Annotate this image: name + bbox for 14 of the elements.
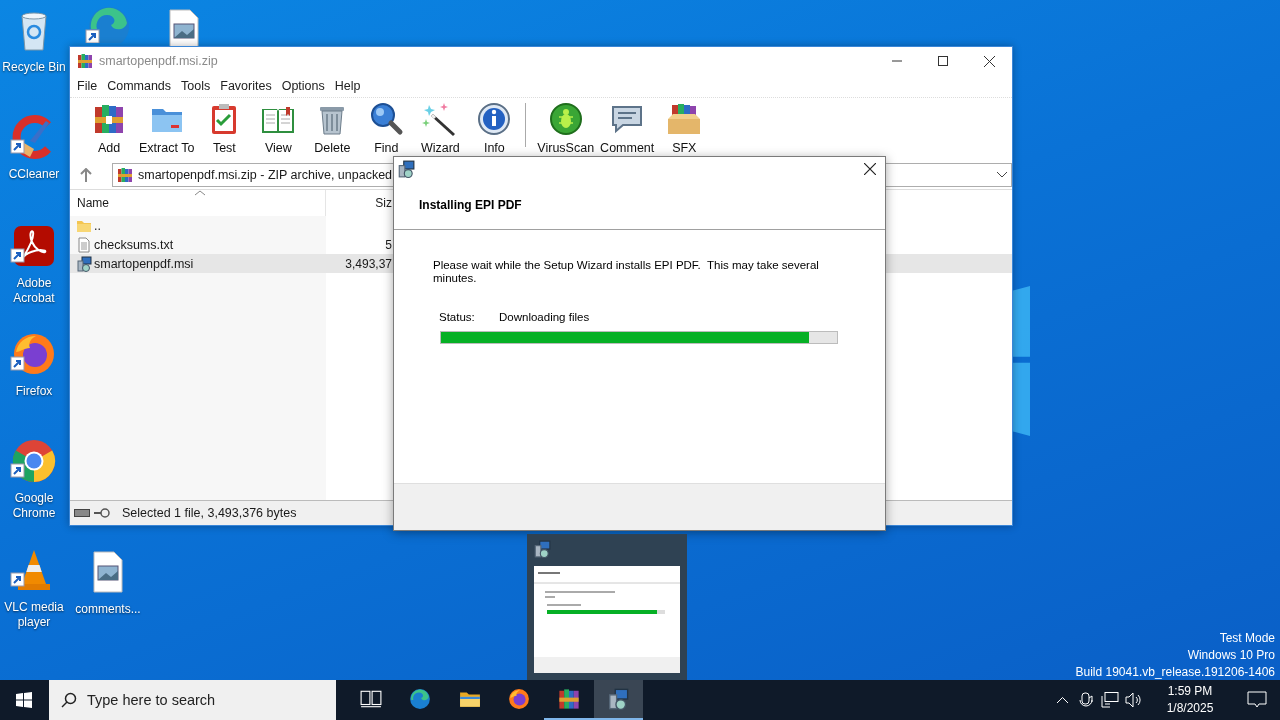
status-text: Selected 1 file, 3,493,376 bytes [122, 506, 297, 520]
file-name: .. [94, 218, 101, 233]
system-notice: Test Mode [1218, 630, 1275, 647]
file-size: 3,493,37 [344, 256, 392, 271]
status-label: Status: [439, 311, 476, 323]
file-name: checksums.txt [94, 237, 174, 252]
system-notice: Windows 10 Pro [1186, 647, 1275, 664]
status-text: Downloading files [499, 311, 590, 323]
dialog-message: Please wait while the Setup Wizard installs EPI PDF. This may take several minutes. [433, 259, 820, 285]
file-name: smartopenpdf.msi [94, 256, 194, 271]
system-notice: Build 19041.vb_release.191206-1406 [1075, 664, 1275, 681]
file-size: 5 [384, 237, 392, 252]
dialog-heading: Installing EPI PDF [394, 181, 885, 230]
window-title: smartopenpdf.msi.zip [99, 54, 218, 68]
